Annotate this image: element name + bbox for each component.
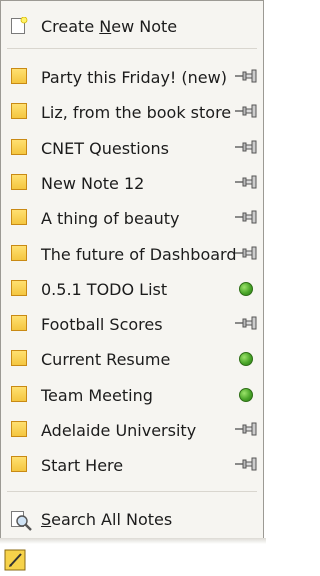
note-icon [11,174,27,190]
note-icon [11,103,27,119]
green-dot-icon[interactable] [239,388,253,402]
pin-icon[interactable] [234,316,258,330]
pin-icon[interactable] [234,69,258,83]
menu-shadow [0,538,266,544]
note-icon [11,209,27,225]
search-all-notes-label: Search All Notes [41,509,173,529]
pin-icon[interactable] [234,246,258,260]
note-icon [11,350,27,366]
note-label: 0.5.1 TODO List [41,279,168,299]
note-item[interactable]: A thing of beauty [2,201,262,235]
note-icon [11,456,27,472]
note-item[interactable]: CNET Questions [2,131,262,165]
note-icon [11,386,27,402]
note-item[interactable]: Party this Friday! (new) [2,60,262,94]
pin-icon[interactable] [234,210,258,224]
create-new-note-label: Create New Note [41,16,178,36]
note-item[interactable]: 0.5.1 TODO List [2,272,262,306]
note-item[interactable]: The future of Dashboard [2,237,262,271]
green-dot-icon[interactable] [239,352,253,366]
note-label: Start Here [41,455,124,475]
pin-icon[interactable] [234,457,258,471]
menu-separator [7,491,257,492]
note-item[interactable]: Start Here [2,448,262,482]
pin-icon[interactable] [234,422,258,436]
search-all-notes-item[interactable]: Search All Notes [2,502,262,536]
note-label: New Note 12 [41,173,145,193]
note-label: Adelaide University [41,420,197,440]
note-icon [11,245,27,261]
note-label: Team Meeting [41,385,153,405]
note-item[interactable]: Football Scores [2,307,262,341]
note-icon [11,68,27,84]
note-label: Football Scores [41,314,163,334]
menu-separator [7,48,257,49]
note-label: Current Resume [41,349,171,369]
new-note-icon [11,17,28,34]
note-icon [11,139,27,155]
create-new-note-item[interactable]: Create New Note [2,9,262,43]
note-label: CNET Questions [41,138,170,158]
search-notes-icon [11,511,32,531]
green-dot-icon[interactable] [239,282,253,296]
note-item[interactable]: Adelaide University [2,413,262,447]
note-icon [11,315,27,331]
tomboy-tray-icon[interactable] [2,546,28,572]
note-item[interactable]: New Note 12 [2,166,262,200]
tomboy-notes-menu: Create New Note Party this Friday! (new)… [0,0,264,540]
pin-icon[interactable] [234,175,258,189]
note-label: Liz, from the book store [41,102,232,122]
note-item[interactable]: Liz, from the book store [2,95,262,129]
note-label: A thing of beauty [41,208,180,228]
note-label: The future of Dashboard [41,244,237,264]
note-icon [11,280,27,296]
pin-icon[interactable] [234,140,258,154]
note-item[interactable]: Team Meeting [2,378,262,412]
pin-icon[interactable] [234,104,258,118]
note-icon [11,421,27,437]
note-item[interactable]: Current Resume [2,342,262,376]
note-label: Party this Friday! (new) [41,67,227,87]
